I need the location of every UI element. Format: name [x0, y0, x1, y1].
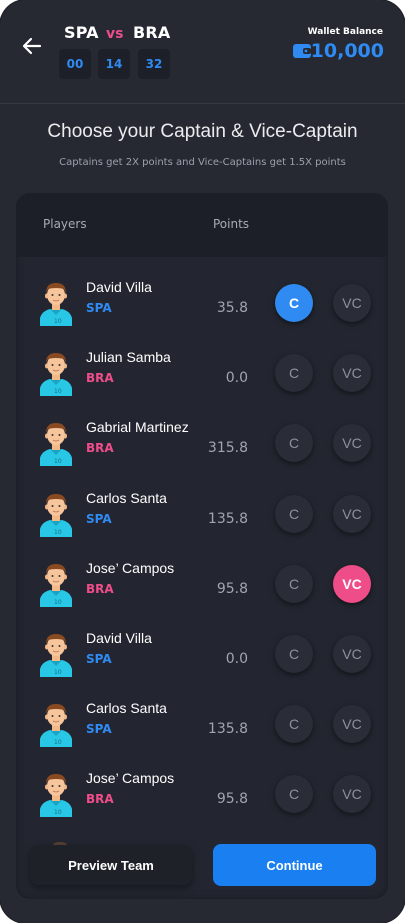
player-avatar-icon: 10 [36, 278, 76, 326]
svg-text:10: 10 [54, 809, 62, 816]
player-team: BRA [86, 441, 114, 456]
match-header: SPA vs BRA 00 14 32 Wallet Balance 10,00… [0, 0, 405, 104]
timer-seconds: 32 [138, 49, 170, 79]
list-item: 10 Carlos Santa SPA 135.8 C VC [16, 481, 388, 551]
svg-text:10: 10 [54, 599, 62, 606]
captain-button[interactable]: C [275, 705, 313, 744]
svg-text:10: 10 [54, 739, 62, 746]
player-team: BRA [86, 371, 114, 386]
player-avatar-icon: 10 [36, 489, 76, 537]
list-item: 10 Jose’ Campos BRA 95.8 C VC [16, 761, 388, 831]
captain-button[interactable]: C [275, 284, 313, 322]
player-name: Jose’ Campos [86, 770, 175, 787]
player-points: 35.8 [216, 300, 248, 316]
player-points: 0.0 [225, 651, 248, 667]
table-header: Players Points [16, 193, 388, 257]
page-title: Choose your Captain & Vice-Captain [47, 121, 358, 142]
preview-team-button[interactable]: Preview Team [30, 845, 192, 885]
player-name: Carlos Santa [86, 489, 167, 506]
vice-captain-button[interactable]: VC [333, 354, 371, 393]
wallet-balance-amount: 10,000 [310, 40, 384, 62]
player-team: BRA [86, 792, 114, 807]
player-team: SPA [86, 301, 112, 315]
player-avatar-icon: 10 [36, 559, 76, 607]
svg-text:10: 10 [54, 388, 62, 395]
player-avatar-icon: 10 [36, 348, 76, 397]
list-item: 10 Jose’ Campos BRA 95.8 C VC [16, 551, 388, 621]
vice-captain-button[interactable]: VC [333, 494, 371, 533]
player-points: 0.0 [225, 370, 248, 387]
player-name: Gabrial Martinez [86, 419, 189, 436]
captain-button[interactable]: C [275, 354, 313, 393]
vice-captain-button[interactable]: VC [333, 635, 371, 673]
player-avatar-icon: 10 [36, 699, 76, 748]
svg-text:10: 10 [54, 318, 62, 325]
versus-label: vs [106, 26, 124, 42]
page-subtitle: Captains get 2X points and Vice-Captains… [59, 157, 346, 168]
wallet-balance-label: Wallet Balance [307, 27, 383, 37]
player-avatar-icon: 10 [36, 418, 76, 467]
svg-text:10: 10 [54, 529, 62, 536]
captain-button[interactable]: C [275, 424, 313, 463]
player-points: 95.8 [216, 791, 248, 808]
player-team: BRA [86, 581, 114, 596]
player-name: Julian Samba [86, 349, 171, 366]
list-item: 10 Julian Samba BRA 0.0 C VC [16, 340, 388, 410]
vice-captain-button[interactable]: VC [333, 775, 371, 814]
list-item: 10 Carlos Santa SPA 135.8 C VC [16, 691, 388, 761]
vice-captain-button[interactable]: VC [333, 424, 371, 463]
player-points: 135.8 [207, 721, 248, 738]
player-points: 95.8 [216, 580, 248, 597]
team-a-name: SPA [64, 23, 99, 42]
player-avatar-icon: 10 [36, 769, 76, 818]
team-b-name: BRA [133, 23, 171, 42]
list-item: 10 David Villa SPA 35.8 C VC [16, 270, 388, 340]
wallet-icon [293, 44, 311, 58]
column-points: Points [213, 217, 250, 231]
captain-button[interactable]: C [275, 635, 313, 673]
column-players: Players [43, 217, 87, 231]
captain-button[interactable]: C [275, 564, 313, 603]
vice-captain-button[interactable]: VC [333, 564, 371, 603]
player-team: SPA [86, 722, 112, 737]
timer-hours: 00 [59, 49, 91, 79]
svg-text:10: 10 [54, 458, 62, 465]
player-name: Jose’ Campos [86, 559, 175, 576]
captain-button[interactable]: C [275, 775, 313, 814]
list-item: 10 Gabrial Martinez BRA 315.8 C VC [16, 410, 388, 480]
player-name: David Villa [86, 279, 152, 295]
player-points: 315.8 [207, 440, 248, 457]
list-item: 10 David Villa SPA 0.0 C VC [16, 621, 388, 691]
player-name: David Villa [86, 630, 152, 646]
app-screen: SPA vs BRA 00 14 32 Wallet Balance 10,00… [0, 0, 405, 923]
vice-captain-button[interactable]: VC [333, 284, 371, 322]
player-name: Carlos Santa [86, 700, 167, 717]
vice-captain-button[interactable]: VC [333, 705, 371, 744]
player-team: SPA [86, 511, 112, 526]
continue-button[interactable]: Continue [213, 844, 376, 886]
captain-button[interactable]: C [275, 494, 313, 533]
player-team: SPA [86, 652, 112, 666]
svg-text:10: 10 [54, 669, 62, 676]
back-arrow-icon[interactable] [20, 34, 44, 58]
player-points: 135.8 [207, 510, 248, 527]
player-avatar-icon: 10 [36, 629, 76, 677]
timer-minutes: 14 [98, 49, 130, 79]
